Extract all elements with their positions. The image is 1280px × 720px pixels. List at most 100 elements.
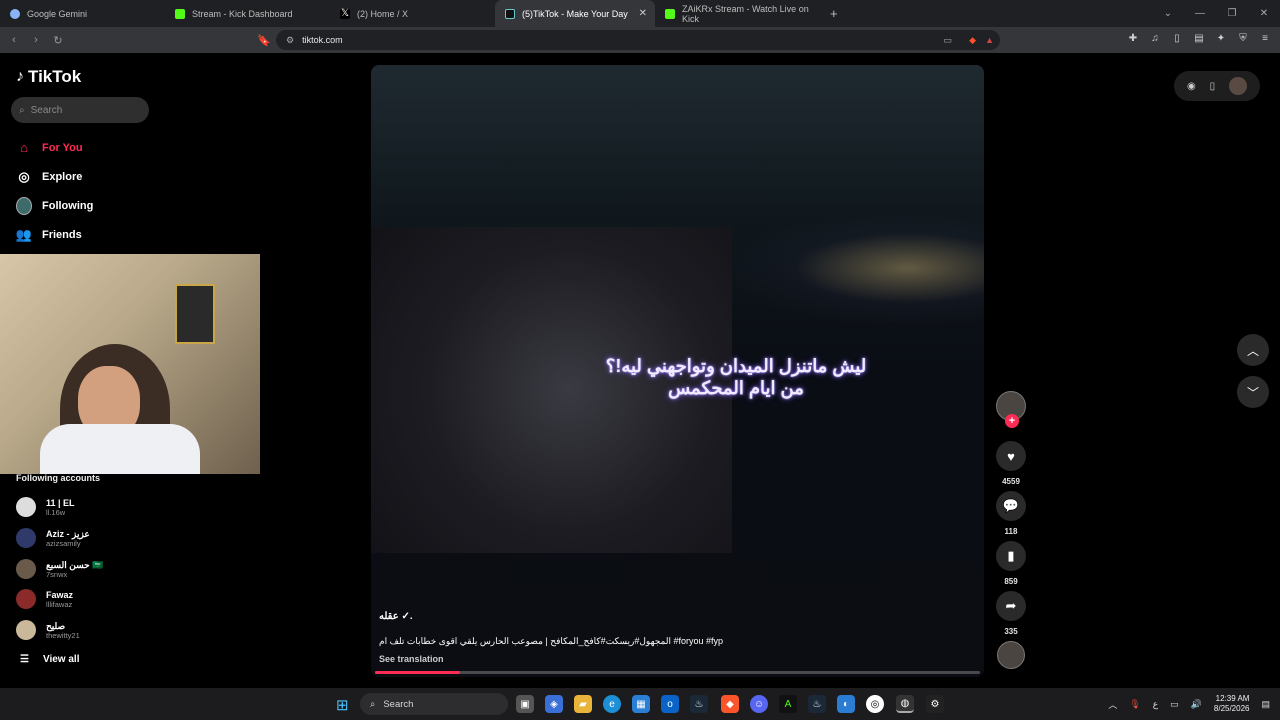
sidebar-icon[interactable]: ▯ — [1170, 31, 1184, 45]
file-explorer-icon[interactable]: ▰ — [574, 695, 592, 713]
leo-ai-icon[interactable]: ✦ — [1214, 31, 1228, 45]
settings-icon[interactable]: ⚙ — [926, 695, 944, 713]
tab-label: Google Gemini — [27, 8, 88, 19]
restore-icon[interactable]: ❐ — [1216, 8, 1248, 19]
brave-icon[interactable]: ◆ — [721, 695, 739, 713]
tiktok-logo[interactable]: ♪ TikTok — [16, 67, 81, 87]
headline-line-1: ليش ماتنزل الميدان وتواجهني ليه!؟ — [605, 356, 867, 376]
outlook-icon[interactable]: o — [661, 695, 679, 713]
tray-chevron-icon[interactable]: ︿ — [1108, 698, 1117, 711]
new-tab-label: + — [830, 6, 838, 21]
account-name: صليح — [46, 620, 66, 631]
app-icon[interactable]: A — [779, 695, 797, 713]
creator-avatar[interactable]: + — [996, 391, 1026, 428]
app-icon[interactable]: ◐ — [837, 695, 855, 713]
tab-search-icon[interactable]: ⌄ — [1152, 8, 1184, 19]
comment-icon: 💬 — [1002, 498, 1020, 513]
account-handle: azizsamily — [46, 538, 81, 548]
sidebar-item-following[interactable]: Following — [16, 191, 93, 220]
video-progress-bar[interactable] — [375, 671, 980, 674]
wallet-icon[interactable]: ▤ — [1192, 31, 1206, 45]
share-button[interactable]: ➦ — [996, 591, 1026, 621]
avatar — [16, 497, 36, 517]
bookmark-icon[interactable]: 🔖 — [254, 30, 274, 50]
brave-shield-icon[interactable]: ◆ — [969, 35, 976, 46]
save-button[interactable]: ▮ — [996, 541, 1026, 571]
extensions-icon[interactable]: ✚ — [1126, 31, 1140, 45]
following-account[interactable]: 11 | EL ll.16w — [16, 497, 75, 517]
account-handle: ll.16w — [46, 507, 66, 517]
obs-icon[interactable]: ◍ — [896, 695, 914, 713]
tab-tiktok[interactable]: (5)TikTok - Make Your Day ✕ — [495, 0, 655, 27]
following-account[interactable]: Aziz - عزيز azizsamily — [16, 528, 90, 548]
tab-kick-dashboard[interactable]: Stream - Kick Dashboard — [165, 0, 330, 27]
search-icon: ⌕ — [19, 104, 25, 116]
avatar — [16, 559, 36, 579]
device-icon[interactable]: ▯ — [1210, 81, 1216, 92]
notification-icon[interactable]: ▤ — [1261, 699, 1270, 710]
view-all-button[interactable]: ☰ View all — [20, 654, 79, 665]
music-icon[interactable]: ♫ — [1148, 31, 1162, 45]
menu-icon[interactable]: ≡ — [1258, 31, 1272, 45]
sidebar-item-explore[interactable]: ◎ Explore — [16, 162, 93, 191]
comment-button[interactable]: 💬 — [996, 491, 1026, 521]
video-player[interactable]: ليش ماتنزل الميدان وتواجهني ليه!؟ من ايا… — [371, 65, 984, 677]
following-account[interactable]: Fawaz lllifawaz — [16, 589, 73, 609]
steam-icon[interactable]: ♨ — [808, 695, 826, 713]
see-translation-link[interactable]: See translation — [379, 654, 444, 664]
forward-icon[interactable]: › — [26, 30, 46, 50]
next-video-button[interactable]: ﹀ — [1237, 376, 1269, 408]
input-language[interactable]: ع — [1153, 699, 1158, 710]
task-view-icon[interactable]: ▣ — [516, 695, 534, 713]
network-icon[interactable]: ▭ — [1170, 699, 1179, 710]
tab-x-home[interactable]: 𝕏 (2) Home / X — [330, 0, 495, 27]
close-window-icon[interactable]: ✕ — [1248, 8, 1280, 19]
edge-icon[interactable]: e — [603, 695, 621, 713]
tab-kick-stream[interactable]: ZAiKRx Stream - Watch Live on Kick — [655, 0, 820, 27]
clock[interactable]: 12:39 AM 8/25/2026 — [1214, 694, 1250, 714]
previous-video-button[interactable]: ︿ — [1237, 334, 1269, 366]
sound-disc[interactable] — [997, 641, 1025, 669]
search-icon: ⌕ — [370, 698, 376, 710]
tab-label: (2) Home / X — [357, 8, 409, 19]
video-username[interactable]: عقله ✓. — [379, 611, 413, 622]
cast-icon[interactable]: ▭ — [943, 35, 952, 46]
search-input[interactable]: ⌕ Search — [11, 97, 149, 123]
new-tab-button[interactable]: + — [820, 0, 850, 27]
share-count: 335 — [1004, 627, 1018, 636]
comment-count: 118 — [1004, 527, 1018, 536]
store-icon[interactable]: ▦ — [632, 695, 650, 713]
chrome-icon[interactable]: ◎ — [866, 695, 884, 713]
account-handle: thewitty21 — [46, 630, 80, 640]
microphone-icon[interactable]: 🎙 — [1129, 699, 1140, 710]
vpn-icon[interactable]: ⛨ — [1236, 31, 1250, 45]
taskbar-search[interactable]: ⌕ Search — [360, 693, 508, 715]
sidebar-item-for-you[interactable]: ⌂ For You — [16, 133, 93, 162]
account-name: Fawaz — [46, 589, 74, 600]
following-account[interactable]: حسن السبع 🇸🇦 7snwx — [16, 559, 103, 579]
following-account[interactable]: صليح thewitty21 — [16, 620, 80, 640]
steam-icon[interactable]: ♨ — [690, 695, 708, 713]
address-bar[interactable]: ⚙ tiktok.com ▭ ◆ ▲ — [276, 30, 1000, 50]
user-avatar[interactable] — [1229, 77, 1248, 95]
site-info-icon[interactable]: ⚙ — [286, 35, 294, 46]
sidebar-item-label: Friends — [42, 228, 82, 241]
back-icon[interactable]: ‹ — [4, 30, 24, 50]
windows-start-icon[interactable]: ⊞ — [336, 696, 349, 714]
minimize-icon[interactable]: — — [1184, 8, 1216, 19]
tiktok-note-icon: ♪ — [16, 68, 24, 85]
volume-icon[interactable]: 🔊 — [1191, 699, 1202, 710]
account-name: 11 | EL — [46, 497, 75, 508]
coin-icon[interactable]: ◉ — [1187, 81, 1196, 92]
sidebar-item-friends[interactable]: 👥 Friends — [16, 220, 93, 249]
close-tab-icon[interactable]: ✕ — [639, 8, 647, 19]
discord-icon[interactable]: ☺ — [750, 695, 768, 713]
follow-plus-icon[interactable]: + — [1005, 414, 1019, 428]
tab-gemini[interactable]: Google Gemini — [0, 0, 165, 27]
copilot-icon[interactable]: ◈ — [545, 695, 563, 713]
reload-icon[interactable]: ↻ — [48, 30, 68, 50]
avatar — [16, 620, 36, 640]
like-button[interactable]: ♥ — [996, 441, 1026, 471]
compass-icon: ◎ — [18, 168, 30, 184]
rewards-icon[interactable]: ▲ — [985, 35, 994, 45]
